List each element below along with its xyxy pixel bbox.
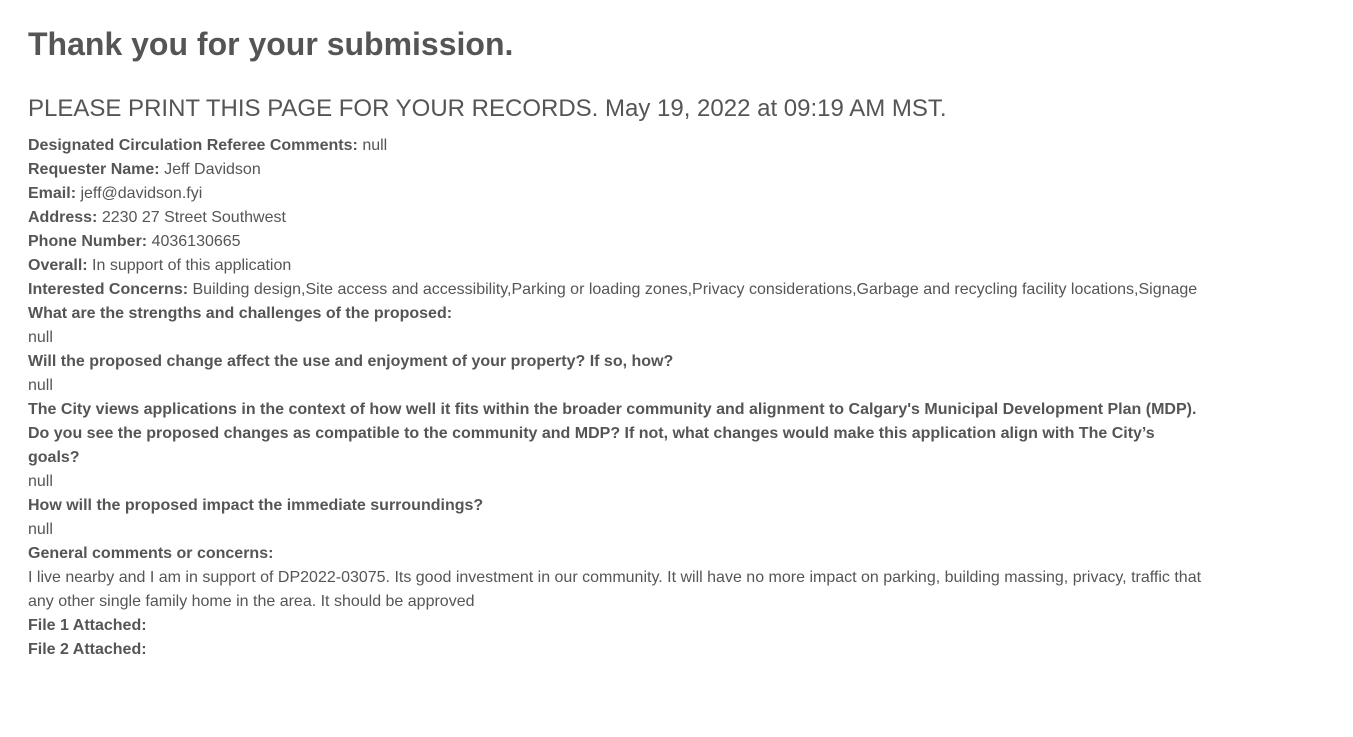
file-1-label: File 1 Attached: — [28, 617, 147, 634]
general-comments-question: General comments or concerns: — [28, 545, 274, 562]
requester-name-row: Requester Name: Jeff Davidson — [28, 158, 1208, 182]
phone-row: Phone Number: 4036130665 — [28, 230, 1208, 254]
email-label: Email: — [28, 185, 77, 202]
surroundings-question: How will the proposed impact the immedia… — [28, 497, 484, 514]
referee-comments-label: Designated Circulation Referee Comments: — [28, 137, 358, 154]
strengths-answer: null — [28, 329, 53, 346]
address-value: 2230 27 Street Southwest — [101, 209, 286, 226]
email-row: Email: jeff@davidson.fyi — [28, 182, 1208, 206]
surroundings-answer: null — [28, 521, 53, 538]
referee-comments-row: Designated Circulation Referee Comments:… — [28, 134, 1208, 158]
overall-row: Overall: In support of this application — [28, 254, 1208, 278]
general-comments-answer: I live nearby and I am in support of DP2… — [28, 569, 1202, 610]
address-label: Address: — [28, 209, 98, 226]
interested-concerns-label: Interested Concerns: — [28, 281, 189, 298]
enjoyment-answer: null — [28, 377, 53, 394]
submission-details: Designated Circulation Referee Comments:… — [28, 134, 1208, 662]
email-value: jeff@davidson.fyi — [80, 185, 203, 202]
strengths-question: What are the strengths and challenges of… — [28, 305, 453, 322]
phone-value: 4036130665 — [151, 233, 241, 250]
phone-label: Phone Number: — [28, 233, 148, 250]
interested-concerns-value: Building design,Site access and accessib… — [192, 281, 1198, 298]
requester-name-label: Requester Name: — [28, 161, 160, 178]
overall-value: In support of this application — [92, 257, 292, 274]
requester-name-value: Jeff Davidson — [164, 161, 261, 178]
referee-comments-value: null — [362, 137, 388, 154]
address-row: Address: 2230 27 Street Southwest — [28, 206, 1208, 230]
page-title: Thank you for your submission. — [28, 26, 514, 62]
overall-label: Overall: — [28, 257, 88, 274]
file-1-row: File 1 Attached: — [28, 614, 1208, 638]
file-2-row: File 2 Attached: — [28, 638, 1208, 662]
submission-confirmation: Thank you for your submission. PLEASE PR… — [0, 0, 1208, 662]
interested-concerns-row: Interested Concerns: Building design,Sit… — [28, 278, 1208, 302]
enjoyment-question: Will the proposed change affect the use … — [28, 353, 674, 370]
mdp-question: The City views applications in the conte… — [28, 401, 1197, 466]
file-2-label: File 2 Attached: — [28, 641, 147, 658]
print-notice: PLEASE PRINT THIS PAGE FOR YOUR RECORDS.… — [28, 95, 947, 122]
mdp-answer: null — [28, 473, 53, 490]
